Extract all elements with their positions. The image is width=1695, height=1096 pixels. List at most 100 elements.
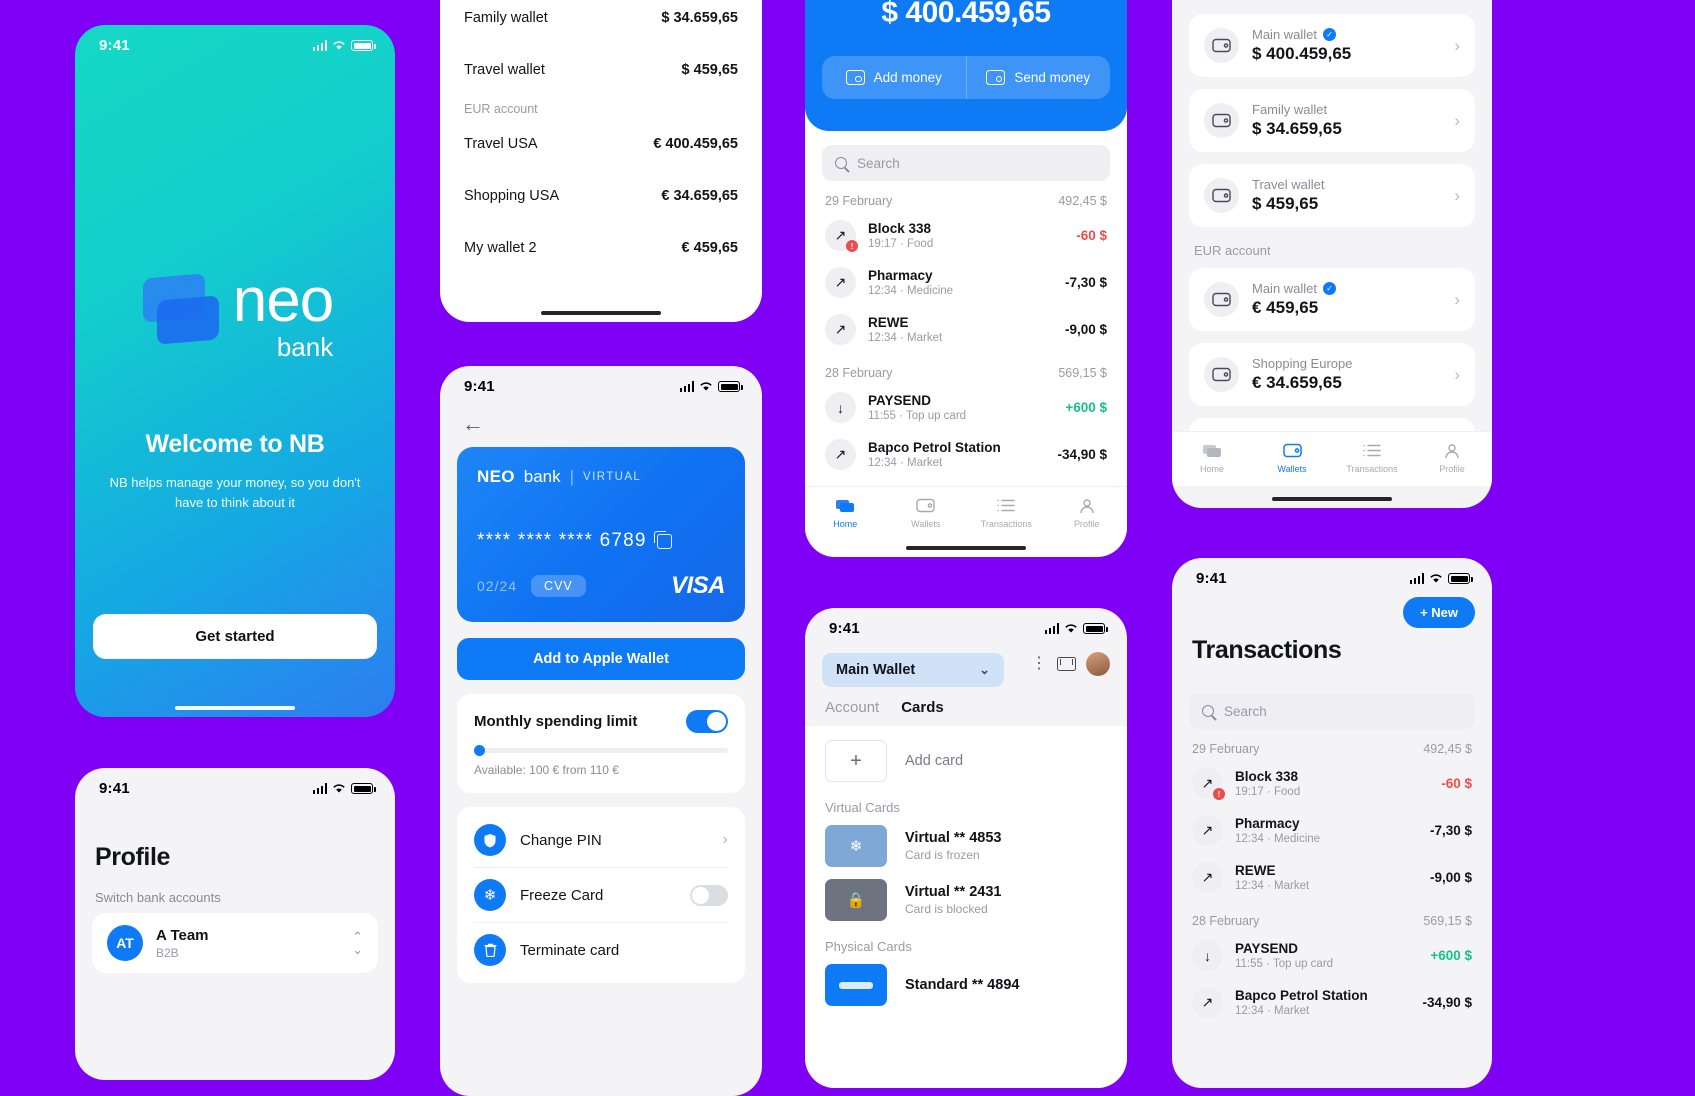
limit-slider[interactable]	[474, 745, 728, 756]
more-options-icon[interactable]: ⋮	[1031, 656, 1047, 672]
visa-logo-icon: VISA	[670, 572, 726, 599]
tab-home[interactable]: Home	[1172, 441, 1252, 474]
mail-icon[interactable]	[1057, 657, 1076, 671]
back-arrow-icon[interactable]: ←	[462, 413, 762, 435]
transaction-row[interactable]: ↓ PAYSEND 11:55 · Top up card +600 $	[1172, 932, 1492, 979]
wallet-info: Main wallet ✓ $ 400.459,65	[1252, 27, 1351, 64]
transaction-row[interactable]: ↗ Bapco Petrol Station 12:34 · Market -3…	[805, 431, 1127, 478]
transaction-group-header: 28 February 569,15 $	[805, 353, 1127, 384]
transaction-row[interactable]: ↗! Block 338 19:17 · Food -60 $	[1172, 760, 1492, 807]
tab-transactions[interactable]: Transactions	[966, 496, 1047, 529]
wallet-card[interactable]: Travel wallet $ 459,65 ›	[1189, 164, 1475, 227]
option-change-pin[interactable]: Change PIN ›	[474, 813, 728, 868]
option-label: Freeze Card	[520, 886, 604, 904]
card-brand-bold: NEO	[477, 467, 515, 486]
transaction-meta: 12:34 · Market	[1235, 1005, 1310, 1017]
transaction-meta: 19:17 · Food	[868, 238, 934, 250]
transaction-row[interactable]: ↗ REWE 12:34 · Market -9,00 $	[1172, 854, 1492, 901]
cvv-button[interactable]: CVV	[531, 575, 586, 597]
wallet-row[interactable]: Travel USA € 400.459,65	[440, 118, 762, 170]
status-time: 9:41	[829, 620, 860, 637]
updown-chevron-icon[interactable]: ⌃ ⌄	[352, 930, 363, 956]
bottom-tab-bar: Home Wallets Transactions Profile	[1172, 431, 1492, 486]
status-icons	[312, 783, 376, 794]
transaction-name: Block 338	[1235, 769, 1299, 784]
transaction-row[interactable]: ↗ Pharmacy 12:34 · Medicine -7,30 $	[805, 259, 1127, 306]
transaction-group-header: 29 February 492,45 $	[805, 181, 1127, 212]
tab-profile[interactable]: Profile	[1047, 496, 1128, 529]
tab-cards[interactable]: Cards	[901, 699, 944, 716]
tab-home[interactable]: Home	[805, 496, 886, 529]
wallet-card[interactable]: Shopping Europe € 34.659,65 ›	[1189, 343, 1475, 406]
status-bar: 9:41	[1172, 558, 1492, 591]
tab-transactions[interactable]: Transactions	[1332, 441, 1412, 474]
wallet-card[interactable]: Family wallet $ 34.659,65 ›	[1189, 89, 1475, 152]
arrow-out-icon: ↗	[825, 267, 856, 298]
tab-profile[interactable]: Profile	[1412, 441, 1492, 474]
wallet-row[interactable]: Family wallet $ 34.659,65	[440, 0, 762, 44]
welcome-subtitle: NB helps manage your money, so you don't…	[109, 475, 361, 510]
neo-cards-icon	[137, 272, 221, 358]
wallet-row[interactable]: My wallet 2 € 459,65	[440, 222, 762, 274]
wallet-selector[interactable]: Main Wallet ⌄	[822, 653, 1004, 687]
signal-icon	[1409, 573, 1424, 584]
wallet-row[interactable]: Shopping USA € 34.659,65	[440, 170, 762, 222]
transaction-info: REWE 12:34 · Market	[868, 315, 942, 344]
search-input[interactable]: Search	[822, 145, 1110, 181]
tab-account[interactable]: Account	[825, 699, 879, 716]
transaction-row[interactable]: ↗! Block 338 19:17 · Food -60 $	[805, 212, 1127, 259]
option-freeze-card[interactable]: ❄ Freeze Card	[474, 868, 728, 923]
transaction-row[interactable]: ↗ REWE 12:34 · Market -9,00 $	[805, 306, 1127, 353]
transaction-name: Pharmacy	[1235, 816, 1300, 831]
copy-icon[interactable]	[653, 530, 672, 549]
home-cards-icon	[1172, 441, 1252, 460]
transaction-info: Bapco Petrol Station 12:34 · Market	[868, 440, 1001, 469]
add-money-button[interactable]: Add money	[822, 56, 966, 99]
page-title: Transactions	[1192, 636, 1342, 664]
wallet-icon	[1204, 28, 1239, 63]
usd-wallet-rows: Family wallet $ 34.659,65 Travel wallet …	[440, 0, 762, 96]
wallet-info: Main wallet ✓ € 459,65	[1252, 281, 1337, 318]
freeze-toggle[interactable]	[690, 884, 728, 906]
arrow-out-icon: ↗	[825, 439, 856, 470]
transaction-amount: -60 $	[1441, 776, 1472, 791]
avatar[interactable]	[1086, 652, 1110, 676]
wallet-card[interactable]: Main wallet ✓ $ 400.459,65 ›	[1189, 14, 1475, 77]
group-date: 28 February	[825, 366, 893, 380]
add-card-row[interactable]: + Add card	[825, 740, 1107, 782]
bank-account-row[interactable]: AT A Team B2B ⌃ ⌄	[92, 913, 378, 973]
status-icons	[1044, 623, 1108, 634]
card-brand: NEO bank | VIRTUAL	[477, 467, 725, 487]
cards-screen: 9:41 Main Wallet ⌄ ⋮ Account Cards + Add…	[805, 608, 1127, 1088]
transaction-row[interactable]: ↗ Pharmacy 12:34 · Medicine -7,30 $	[1172, 807, 1492, 854]
send-money-button[interactable]: Send money	[965, 56, 1111, 99]
add-to-apple-wallet-button[interactable]: Add to Apple Wallet	[457, 638, 745, 680]
balance-header: $ 400.459,65 Add money Send money	[805, 0, 1127, 131]
new-transaction-button[interactable]: + New	[1403, 597, 1475, 628]
transaction-row[interactable]: ↗ Bapco Petrol Station 12:34 · Market -3…	[1172, 979, 1492, 1026]
battery-icon	[1448, 573, 1473, 584]
card-row[interactable]: 🔒 Virtual ** 2431 Card is blocked	[825, 879, 1107, 921]
card-row[interactable]: ❄ Virtual ** 4853 Card is frozen	[825, 825, 1107, 867]
wallet-row[interactable]: Travel wallet $ 459,65	[440, 44, 762, 96]
option-terminate-card[interactable]: Terminate card	[474, 923, 728, 977]
card-row[interactable]: Standard ** 4894	[825, 964, 1107, 1006]
transaction-row[interactable]: ↓ PAYSEND 11:55 · Top up card +600 $	[805, 384, 1127, 431]
brand-wordmark: neo bank	[233, 270, 334, 361]
wifi-icon	[333, 784, 345, 793]
tab-wallets[interactable]: Wallets	[886, 496, 967, 529]
limit-toggle[interactable]	[686, 710, 728, 733]
tab-wallets[interactable]: Wallets	[1252, 441, 1332, 474]
search-input[interactable]: Search	[1189, 693, 1475, 729]
section-label: Switch bank accounts	[95, 890, 221, 905]
chevron-right-icon: ›	[1454, 289, 1460, 309]
tab-label: Profile	[1439, 464, 1465, 474]
get-started-button[interactable]: Get started	[93, 614, 377, 659]
battery-icon	[1083, 623, 1108, 634]
option-label: Change PIN	[520, 831, 602, 849]
wallet-card[interactable]: Main wallet ✓ € 459,65 ›	[1189, 268, 1475, 331]
verified-icon: ✓	[1323, 282, 1337, 295]
person-icon	[1047, 496, 1128, 515]
card-type-label: VIRTUAL	[583, 471, 642, 483]
tab-label: Wallets	[911, 519, 941, 529]
